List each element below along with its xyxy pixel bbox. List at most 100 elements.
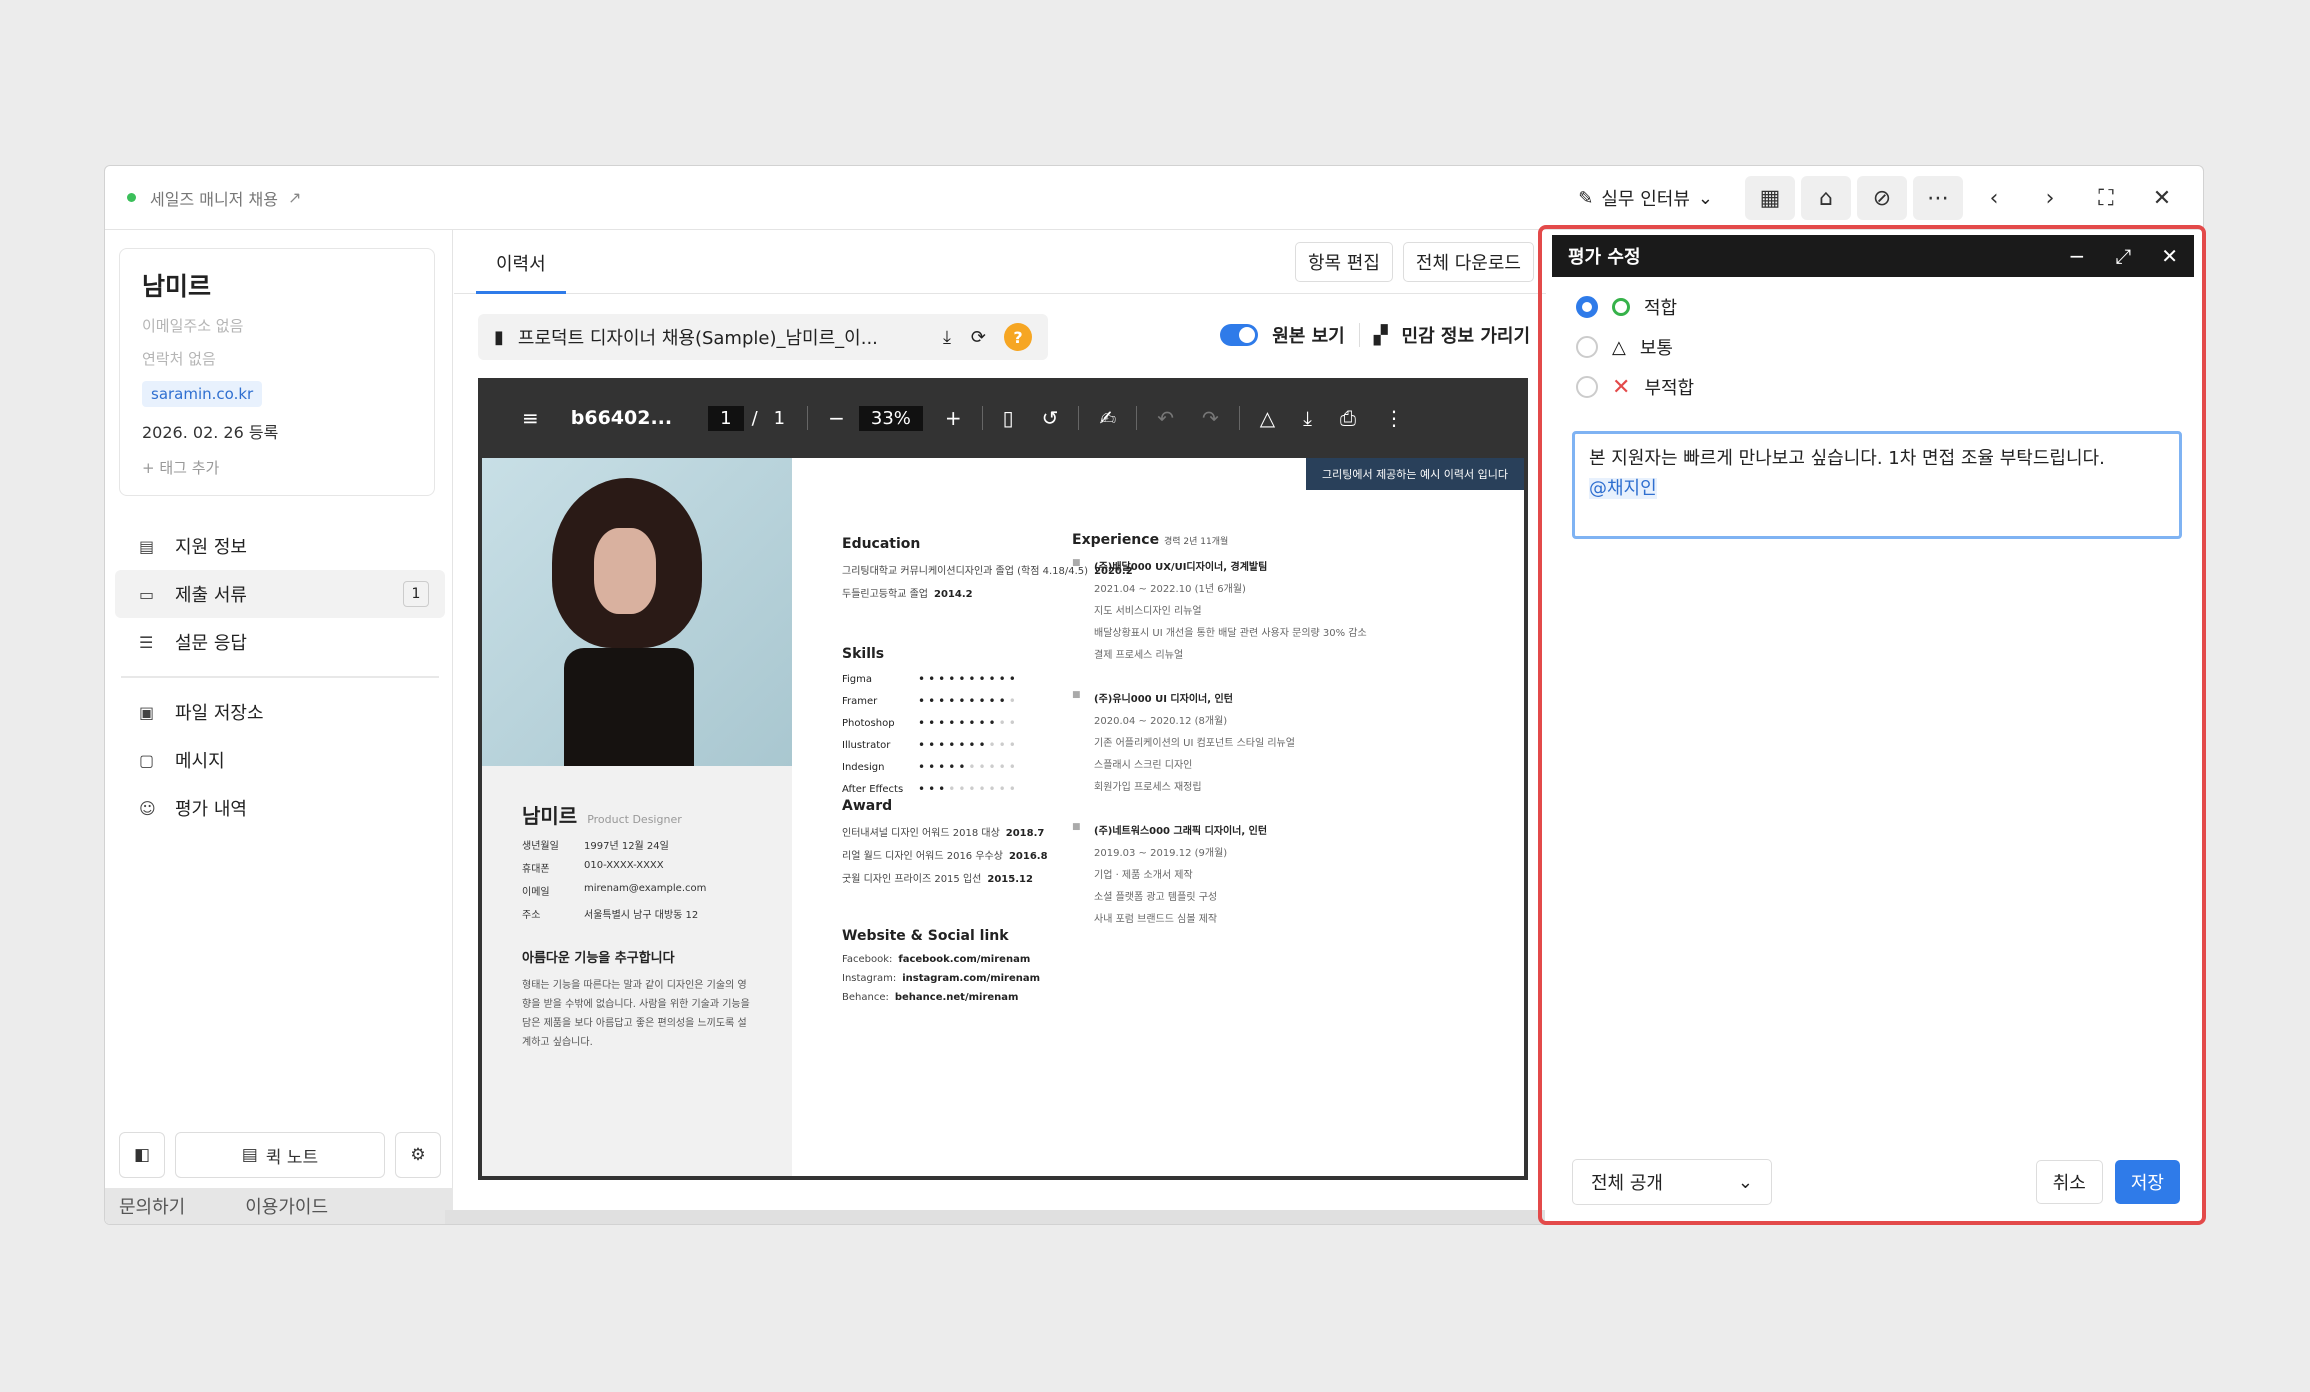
option-label: 적합 [1644,298,1678,319]
doc-count-badge: 1 [403,581,429,607]
skill-dots: •••••••••• [918,760,1019,774]
option-average[interactable]: △ 보통 [1576,327,2194,367]
fullscreen-button[interactable]: ⛶ [2081,176,2131,220]
redo-icon[interactable]: ↷ [1202,406,1219,430]
next-button[interactable]: › [2025,176,2075,220]
sidebar-item-survey[interactable]: ☰ 설문 응답 [115,618,445,666]
cancel-button[interactable]: 취소 [2035,1160,2103,1204]
calendar-icon: ▦ [1759,185,1781,211]
option-unsuitable[interactable]: ✕ 부적합 [1576,367,2194,407]
shield-icon[interactable]: ? [1004,323,1032,351]
registered-label: 등록 [248,423,279,442]
edit-items-button[interactable]: 항목 편집 [1294,242,1393,282]
hide-sensitive-button[interactable]: 민감 정보 가리기 [1402,322,1530,348]
mask-icon[interactable]: ▞ [1374,325,1388,346]
save-button[interactable]: 저장 [2114,1160,2180,1204]
info-row: 생년월일 1997년 12월 24일 [522,837,752,852]
info-key: 휴대폰 [522,864,550,875]
external-link-icon[interactable]: ↗ [288,188,301,207]
skill-dots: •••••••••• [918,738,1019,752]
undo-icon[interactable]: ↶ [1157,406,1174,430]
link-value: facebook.com/mirenam [898,954,1031,965]
radio-unsuitable[interactable] [1576,376,1598,398]
page-input[interactable]: 1 [708,405,744,431]
option-suitable[interactable]: 적합 [1576,287,2194,327]
calendar-button[interactable]: ▦ [1745,176,1795,220]
chevron-right-icon: › [2045,185,2055,211]
job-title[interactable]: 세일즈 매니저 채용 [150,186,278,210]
mention-tag[interactable]: @채지인 [1589,478,1657,499]
fit-page-icon[interactable]: ▯ [1003,406,1014,430]
horizontal-scrollbar[interactable] [445,1210,1545,1224]
download-all-button[interactable]: 전체 다운로드 [1402,242,1534,282]
menu-icon[interactable]: ≡ [522,406,539,430]
candidate-name: 남미르 [142,272,212,301]
link-key: Behance: [842,992,889,1003]
zoom-in-icon[interactable]: + [945,406,962,430]
divider [981,406,983,430]
minimize-icon[interactable]: − [2068,244,2085,268]
tab-resume[interactable]: 이력서 [476,250,566,294]
visibility-value: 전체 공개 [1591,1173,1663,1194]
link-key: Facebook: [842,954,893,965]
print-icon[interactable]: ⎙ [1340,406,1356,430]
experience-head: (주)유니000 UI 디자이너, 인턴 [1072,690,1372,705]
info-value: mirenam@example.com [584,883,707,894]
evaluation-header: 평가 수정 − ⤢ ✕ [1552,235,2194,277]
draw-icon[interactable]: ✍ [1099,406,1116,430]
layout-toggle-button[interactable]: ◧ [119,1132,165,1178]
view-options: 원본 보기 ▞ 민감 정보 가리기 [1220,322,1530,348]
document-area: 이력서 항목 편집 전체 다운로드 ▮ 프로덕트 디자이너 채용(Sample)… [454,230,1546,1224]
page-total: 1 [773,407,786,429]
note-icon: ▤ [241,1145,258,1165]
more-vertical-icon[interactable]: ⋮ [1384,406,1404,430]
zoom-out-icon[interactable]: − [828,406,845,430]
comment-input[interactable]: 본 지원자는 빠르게 만나보고 싶습니다. 1차 면접 조율 부탁드립니다. @… [1572,431,2182,539]
rotate-icon[interactable]: ↺ [1042,406,1059,430]
prev-button[interactable]: ‹ [1969,176,2019,220]
settings-button[interactable]: ⚙ [395,1132,441,1178]
more-button[interactable]: ⋯ [1913,176,1963,220]
zoom-level[interactable]: 33% [858,405,923,431]
add-tag-button[interactable]: + 태그 추가 [142,457,412,478]
unlock-button[interactable]: ⌂ [1801,176,1851,220]
info-row: 이메일 mirenam@example.com [522,883,752,898]
original-view-toggle[interactable] [1220,324,1259,346]
download-icon[interactable]: ⤓ [1303,406,1312,430]
item-year: 2018.7 [1005,828,1045,839]
download-icon[interactable]: ⤓ [943,327,951,348]
block-button[interactable]: ⊘ [1857,176,1907,220]
circle-icon [1612,298,1630,316]
clipboard-icon: ▤ [139,536,155,556]
inquiry-link: 문의하기 [119,1197,186,1218]
experience-line: 스플래시 스크린 디자인 [1094,760,1193,771]
visibility-select[interactable]: 전체 공개 ⌄ [1572,1159,1772,1205]
more-icon: ⋯ [1927,185,1949,211]
status-dot [127,193,136,202]
radio-suitable[interactable] [1576,296,1598,318]
close-icon[interactable]: ✕ [2161,244,2178,268]
sidebar-item-application-info[interactable]: ▤ 지원 정보 [115,522,445,570]
stage-selector[interactable]: ✎ 실무 인터뷰 ⌄ [1578,185,1713,211]
sidebar-item-submitted-docs[interactable]: ▭ 제출 서류 1 [115,570,445,618]
pdf-toolbar: ≡ b66402... 1 / 1 − 33% + ▯ ↺ ✍ ↶ ↷ △ ⤓ [478,378,1528,458]
skill-name: After Effects [842,783,904,795]
skill-dots: •••••••••• [918,716,1019,730]
file-name[interactable]: 프로덕트 디자이너 채용(Sample)_남미르_이... [518,324,933,350]
sidebar-item-evaluations[interactable]: ☺ 평가 내역 [115,784,445,832]
sidebar-bottom-bar: ◧ ▤ 퀵 노트 ⚙ [119,1132,441,1178]
drive-icon[interactable]: △ [1260,406,1275,430]
link-item: Facebook: facebook.com/mirenam [842,954,1172,965]
radio-average[interactable] [1576,336,1598,358]
close-button[interactable]: ✕ [2137,176,2187,220]
expand-icon[interactable]: ⤢ [2115,244,2131,268]
menu-divider [121,676,439,678]
guide-link: 이용가이드 [245,1197,329,1218]
experience-line: 회원가입 프로세스 재정립 [1094,782,1202,793]
quick-note-button[interactable]: ▤ 퀵 노트 [175,1132,385,1178]
refresh-icon[interactable]: ⟳ [971,327,986,348]
sidebar-item-file-storage[interactable]: ▣ 파일 저장소 [115,688,445,736]
experience-line: 기존 어플리케이션의 UI 컴포넌트 스타일 리뉴얼 [1094,738,1295,749]
sidebar-item-messages[interactable]: ▢ 메시지 [115,736,445,784]
